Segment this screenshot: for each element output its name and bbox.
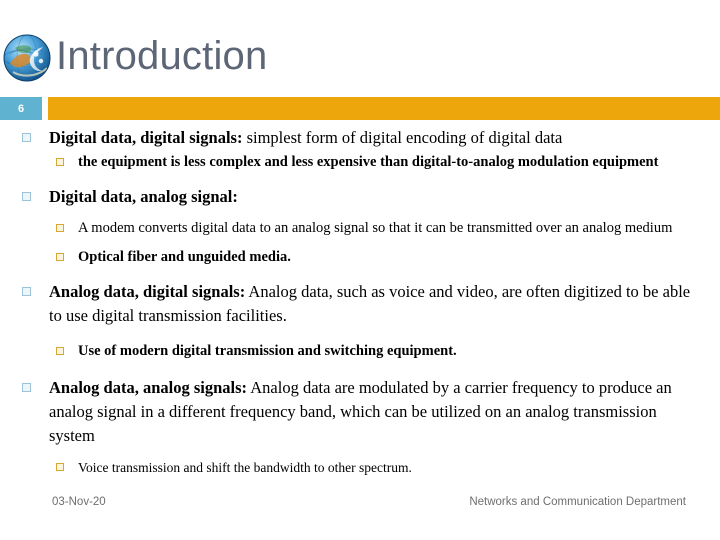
bullet-marker-level2 [56,253,64,261]
bullet-item: the equipment is less complex and less e… [0,152,720,173]
accent-bar [48,97,720,120]
bullet-marker-level2 [56,158,64,166]
bullet-text: Digital data, analog signal: [49,185,696,209]
bullet-rest: the equipment is less complex and less e… [78,154,659,170]
bullet-lead: Analog data, digital signals: [49,282,246,301]
bullet-item: Analog data, digital signals: Analog dat… [0,280,720,328]
footer-date: 03-Nov-20 [52,496,106,508]
bullet-marker-level2 [56,224,64,232]
bullet-text: Digital data, digital signals: simplest … [49,126,696,150]
bullet-marker-level1 [22,287,31,296]
bullet-text: Analog data, digital signals: Analog dat… [49,280,696,328]
bullet-item: A modem converts digital data to an anal… [0,218,720,239]
bullet-text: A modem converts digital data to an anal… [78,218,686,239]
bullet-rest: Use of modern digital transmission and s… [78,343,457,359]
slide-body: Digital data, digital signals: simplest … [0,126,720,479]
bullet-item: Optical fiber and unguided media. [0,247,720,268]
page-title: Introduction [56,34,268,78]
bullet-text: Analog data, analog signals: Analog data… [49,376,696,448]
slide-footer: 03-Nov-20 Networks and Communication Dep… [0,496,720,516]
bullet-marker-level1 [22,192,31,201]
slide-number-badge: 6 [0,97,42,120]
footer-department: Networks and Communication Department [469,496,686,508]
slide-header: Introduction [0,0,720,96]
bullet-text: Use of modern digital transmission and s… [78,341,686,362]
bullet-rest: A modem converts digital data to an anal… [78,220,673,236]
bullet-text: the equipment is less complex and less e… [78,152,686,173]
bullet-text: Voice transmission and shift the bandwid… [78,457,686,478]
bullet-marker-level1 [22,133,31,142]
bullet-text: Optical fiber and unguided media. [78,247,686,268]
bullet-marker-level1 [22,383,31,392]
bullet-item: Use of modern digital transmission and s… [0,341,720,362]
bullet-item: Digital data, analog signal: [0,185,720,209]
bullet-rest: Voice transmission and shift the bandwid… [78,460,412,475]
bullet-item: Digital data, digital signals: simplest … [0,126,720,150]
bullet-lead: Analog data, analog signals: [49,378,248,397]
bullet-lead: Digital data, analog signal: [49,187,238,206]
bullet-marker-level2 [56,347,64,355]
bullet-rest: Optical fiber and unguided media. [78,249,291,265]
bullet-item: Analog data, analog signals: Analog data… [0,376,720,448]
bullet-item: Voice transmission and shift the bandwid… [0,457,720,478]
accent-bar-row: 6 [0,97,720,120]
bullet-rest: simplest form of digital encoding of dig… [242,128,563,147]
bullet-lead: Digital data, digital signals: [49,128,243,147]
globe-network-icon [3,34,51,82]
bullet-marker-level2 [56,463,64,471]
